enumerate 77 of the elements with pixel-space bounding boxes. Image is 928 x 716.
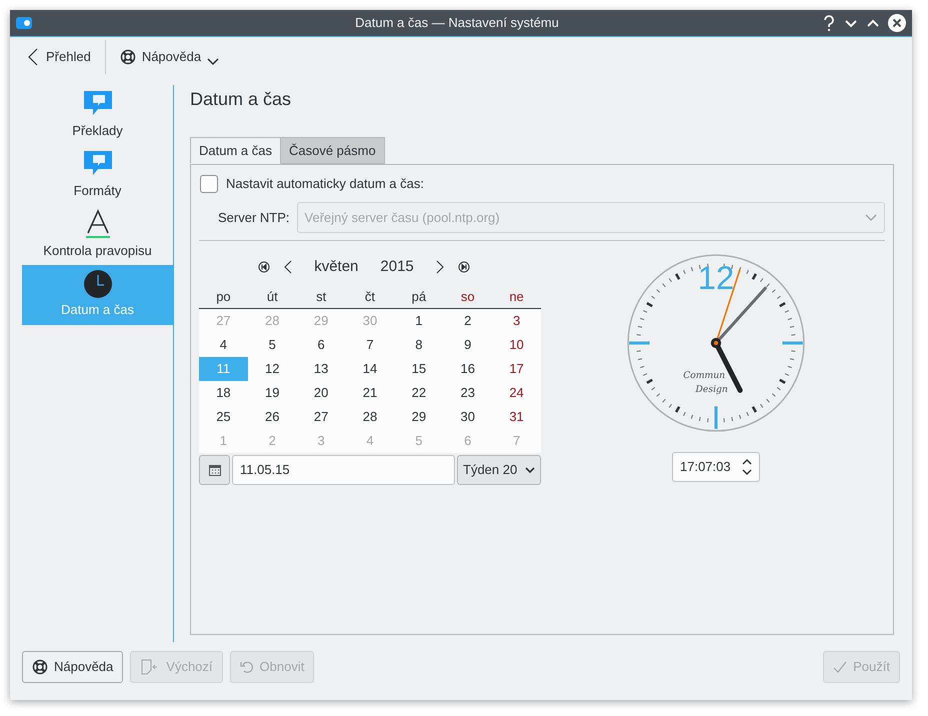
date-input-field[interactable]: 11.05.15	[232, 455, 455, 485]
calendar-day[interactable]: 1	[394, 309, 444, 333]
weekday-header: čt	[364, 288, 376, 306]
checkbox-label: Nastavit automaticky datum a čas:	[226, 175, 424, 194]
calendar-day[interactable]: 16	[443, 357, 492, 381]
calendar-day[interactable]: 27	[296, 405, 346, 429]
year-label[interactable]: 2015	[380, 256, 414, 278]
clock-numeral: 12	[698, 258, 734, 296]
first-month-icon[interactable]	[258, 261, 270, 273]
tab[interactable]: Datum a čas	[190, 137, 281, 164]
month-label[interactable]: květen	[314, 256, 358, 278]
help-icon[interactable]	[822, 15, 836, 31]
weekday-header: ne	[508, 288, 525, 306]
spin-arrows-icon	[742, 458, 752, 476]
calendar-day[interactable]: 26	[248, 405, 297, 429]
clock-brand-text: Commun	[683, 370, 726, 381]
calendar-day[interactable]: 6	[296, 333, 346, 357]
calendar-day[interactable]: 10	[492, 333, 541, 357]
calendar-icon	[208, 464, 220, 476]
calendar-day[interactable]: 9	[443, 333, 492, 357]
next-month-icon[interactable]	[436, 260, 444, 274]
calendar-day[interactable]: 22	[394, 381, 444, 405]
last-month-icon[interactable]	[458, 261, 470, 273]
calendar-day[interactable]: 21	[346, 381, 394, 405]
time-spinbox[interactable]: 17:07:03	[672, 452, 760, 482]
calendar-day[interactable]: 18	[199, 381, 248, 405]
caret-icon	[207, 58, 220, 66]
tab[interactable]: Časové pásmo	[280, 137, 385, 164]
calendar-day[interactable]: 28	[346, 405, 394, 429]
window-title: Datum a čas — Nastavení systému	[354, 14, 560, 32]
calendar-day[interactable]: 2	[443, 309, 492, 333]
date-picker-button[interactable]	[199, 455, 230, 485]
calendar-day[interactable]: 17	[492, 357, 541, 381]
calendar-day[interactable]: 14	[346, 357, 394, 381]
week-dropdown[interactable]: Týden 20	[457, 455, 541, 485]
calendar-day[interactable]: 30	[443, 405, 492, 429]
help-icon	[32, 659, 48, 675]
help-menu-button[interactable]: Nápověda	[106, 47, 220, 67]
calendar-day[interactable]: 4	[199, 333, 248, 357]
checkmark-icon	[833, 660, 848, 674]
caret-icon	[525, 466, 535, 474]
calendar-day[interactable]: 3	[492, 309, 541, 333]
calendar-day[interactable]: 24	[492, 381, 541, 405]
calendar-day[interactable]: 7	[346, 333, 394, 357]
calendar-day[interactable]: 31	[492, 405, 541, 429]
close-icon[interactable]	[888, 14, 906, 32]
dialog-button[interactable]: Nápověda	[22, 651, 124, 683]
sidebar-item[interactable]: Překlady	[22, 85, 173, 145]
calendar-day[interactable]: 13	[296, 357, 346, 381]
calendar-day[interactable]: 20	[296, 381, 346, 405]
page-title: Datum a čas	[190, 88, 292, 111]
weekday-header: so	[460, 288, 476, 306]
letter-a-icon	[84, 209, 110, 240]
help-icon	[120, 49, 136, 65]
weekday-header: pá	[410, 288, 428, 306]
calendar-day[interactable]: 15	[394, 357, 444, 381]
calendar-day[interactable]: 19	[248, 381, 297, 405]
calendar-day[interactable]: 29	[394, 405, 444, 429]
calendar-day[interactable]: 5	[248, 333, 297, 357]
checkbox[interactable]	[200, 175, 218, 193]
calendar-day[interactable]: 12	[248, 357, 297, 381]
ntp-label: Server NTP:	[218, 208, 290, 227]
clock-icon	[84, 270, 112, 298]
clock-brand-text: Design	[696, 384, 728, 396]
calendar-day[interactable]: 8	[394, 333, 444, 357]
app-icon	[16, 17, 32, 29]
sidebar-item[interactable]: Formáty	[22, 145, 173, 205]
weekday-header: po	[215, 288, 232, 306]
back-button[interactable]: Přehled	[28, 47, 105, 67]
undo-icon	[240, 660, 254, 674]
sidebar-item[interactable]: Kontrola pravopisu	[22, 205, 173, 265]
caret-icon	[865, 214, 877, 222]
calendar-day[interactable]: 23	[443, 381, 492, 405]
calendar-day[interactable]: 25	[199, 405, 248, 429]
previous-month-icon[interactable]	[284, 260, 292, 274]
weekday-header: st	[315, 288, 328, 306]
weekday-header: út	[266, 288, 279, 306]
